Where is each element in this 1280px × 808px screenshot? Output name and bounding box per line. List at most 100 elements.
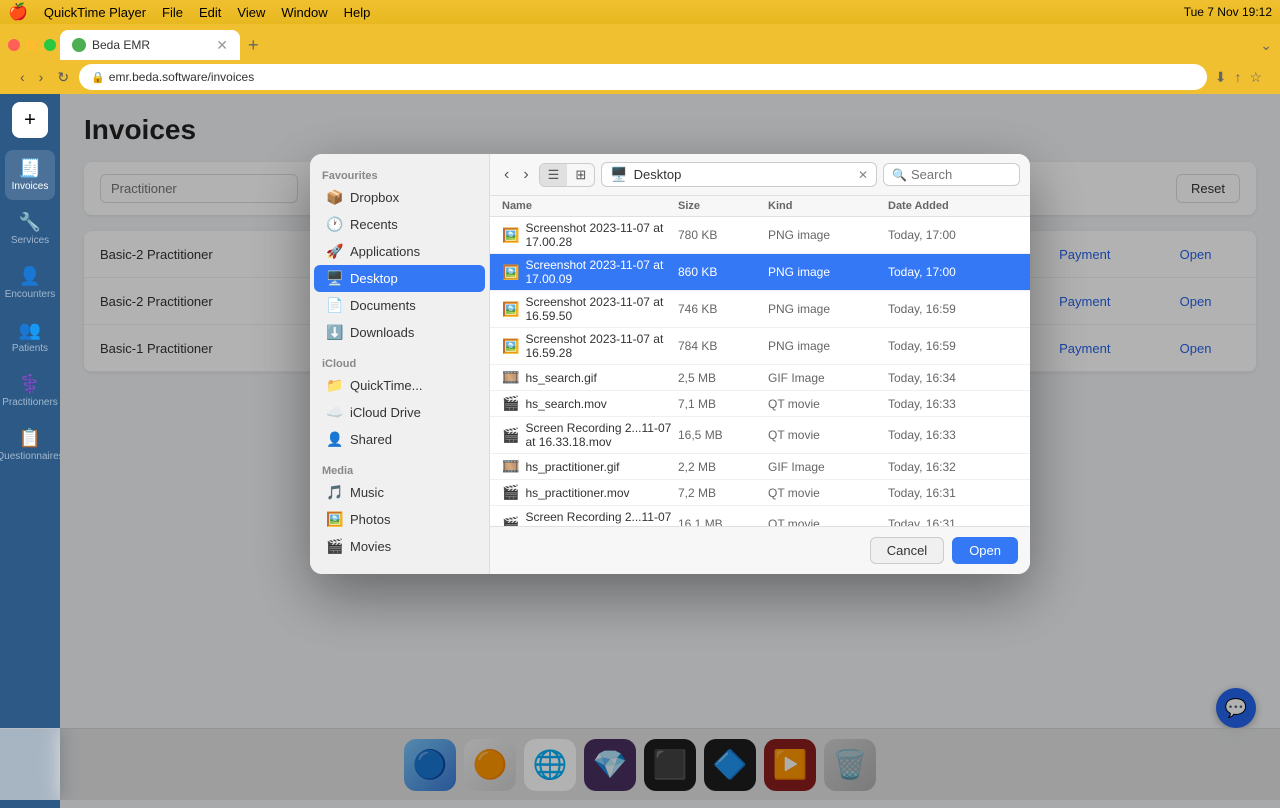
file-date: Today, 16:59 xyxy=(888,339,1018,353)
sidebar-item-patients[interactable]: 👥 Patients xyxy=(5,312,55,362)
sidebar-logo[interactable]: + xyxy=(12,102,48,138)
cancel-button[interactable]: Cancel xyxy=(870,537,944,564)
address-input[interactable]: 🔒 emr.beda.software/invoices xyxy=(79,64,1207,90)
file-list-item[interactable]: 🎬 hs_search.mov 7,1 MB QT movie Today, 1… xyxy=(490,391,1030,417)
sidebar-item-quicktime[interactable]: 📁 QuickTime... xyxy=(314,372,485,399)
sidebar-item-invoices[interactable]: 🧾 Invoices xyxy=(5,150,55,200)
icloud-drive-label: iCloud Drive xyxy=(350,405,421,420)
sidebar-item-movies[interactable]: 🎬 Movies xyxy=(314,533,485,560)
new-tab-button[interactable]: + xyxy=(244,31,263,60)
file-date: Today, 16:31 xyxy=(888,486,1018,500)
file-type-icon: 🎬 xyxy=(502,427,519,444)
file-kind: PNG image xyxy=(768,302,888,316)
share-button[interactable]: ↑ xyxy=(1232,67,1243,87)
dialog-main: ‹ › ☰ ⊞ 🖥️ Desktop ✕ 🔍 xyxy=(490,154,1030,574)
file-name-text: Screenshot 2023-11-07 at 17.00.28 xyxy=(525,221,678,249)
dialog-back-button[interactable]: ‹ xyxy=(500,164,513,186)
dialog-forward-button[interactable]: › xyxy=(519,164,532,186)
window-close-button[interactable] xyxy=(8,39,20,51)
browser-tab[interactable]: Beda EMR ✕ xyxy=(60,30,240,60)
dropbox-label: Dropbox xyxy=(350,190,399,205)
menu-view[interactable]: View xyxy=(237,5,265,20)
sidebar-item-practitioners[interactable]: ⚕️ Practitioners xyxy=(5,366,55,416)
menu-edit[interactable]: Edit xyxy=(199,5,221,20)
sidebar-item-applications[interactable]: 🚀 Applications xyxy=(314,238,485,265)
location-text: Desktop xyxy=(634,167,852,182)
file-type-icon: 🎞️ xyxy=(502,458,519,475)
media-heading: Media xyxy=(310,461,489,479)
tab-close-button[interactable]: ✕ xyxy=(216,38,228,52)
sidebar-item-documents[interactable]: 📄 Documents xyxy=(314,292,485,319)
browser-chrome: Beda EMR ✕ + ⌄ ‹ › ↻ 🔒 emr.beda.software… xyxy=(0,24,1280,94)
tab-list-button[interactable]: ⌄ xyxy=(1260,37,1272,54)
file-list-item[interactable]: 🎬 hs_practitioner.mov 7,2 MB QT movie To… xyxy=(490,480,1030,506)
file-list-item[interactable]: 🖼️ Screenshot 2023-11-07 at 16.59.28 784… xyxy=(490,328,1030,365)
file-kind: QT movie xyxy=(768,517,888,526)
file-size: 780 KB xyxy=(678,228,768,242)
grid-view-button[interactable]: ⊞ xyxy=(567,164,594,186)
movies-icon: 🎬 xyxy=(326,538,342,555)
forward-button[interactable]: › xyxy=(35,67,48,87)
menu-window[interactable]: Window xyxy=(281,5,327,20)
sidebar-label-patients: Patients xyxy=(12,343,48,354)
sidebar-item-services[interactable]: 🔧 Services xyxy=(5,204,55,254)
sidebar-item-questionnaires[interactable]: 📋 Questionnaires xyxy=(5,420,55,470)
downloads-icon: ⬇️ xyxy=(326,324,342,341)
download-button[interactable]: ⬇ xyxy=(1213,67,1229,88)
recents-icon: 🕐 xyxy=(326,216,342,233)
file-list-item[interactable]: 🖼️ Screenshot 2023-11-07 at 17.00.09 860… xyxy=(490,254,1030,291)
file-kind: PNG image xyxy=(768,265,888,279)
address-bar: ‹ › ↻ 🔒 emr.beda.software/invoices ⬇ ↑ ☆ xyxy=(8,60,1272,94)
menu-help[interactable]: Help xyxy=(344,5,371,20)
file-size: 784 KB xyxy=(678,339,768,353)
file-type-icon: 🎞️ xyxy=(502,369,519,386)
tab-favicon xyxy=(72,38,86,52)
icloud-section: iCloud 📁 QuickTime... ☁️ iCloud Drive 👤 … xyxy=(310,350,489,457)
address-actions: ⬇ ↑ ☆ xyxy=(1213,67,1264,88)
sidebar-item-icloud-drive[interactable]: ☁️ iCloud Drive xyxy=(314,399,485,426)
menu-file[interactable]: File xyxy=(162,5,183,20)
back-button[interactable]: ‹ xyxy=(16,67,29,87)
file-list-item[interactable]: 🖼️ Screenshot 2023-11-07 at 17.00.28 780… xyxy=(490,217,1030,254)
file-date: Today, 17:00 xyxy=(888,265,1018,279)
file-list-item[interactable]: 🎬 Screen Recording 2...11-07 at 16.33.18… xyxy=(490,417,1030,454)
sidebar-item-music[interactable]: 🎵 Music xyxy=(314,479,485,506)
sidebar-item-desktop[interactable]: 🖥️ Desktop xyxy=(314,265,485,292)
window-maximize-button[interactable] xyxy=(44,39,56,51)
file-date: Today, 17:00 xyxy=(888,228,1018,242)
window-minimize-button[interactable] xyxy=(26,39,38,51)
file-list-item[interactable]: 🎞️ hs_search.gif 2,5 MB GIF Image Today,… xyxy=(490,365,1030,391)
sidebar-item-recents[interactable]: 🕐 Recents xyxy=(314,211,485,238)
sidebar-label-practitioners: Practitioners xyxy=(2,397,58,408)
file-kind: GIF Image xyxy=(768,460,888,474)
sidebar-item-photos[interactable]: 🖼️ Photos xyxy=(314,506,485,533)
search-input[interactable] xyxy=(911,167,1011,182)
media-section: Media 🎵 Music 🖼️ Photos 🎬 Movies xyxy=(310,457,489,564)
patients-icon: 👥 xyxy=(19,320,41,341)
file-name-text: Screenshot 2023-11-07 at 17.00.09 xyxy=(525,258,678,286)
quicktime-label: QuickTime... xyxy=(350,378,422,393)
file-kind: QT movie xyxy=(768,397,888,411)
sidebar-item-shared[interactable]: 👤 Shared xyxy=(314,426,485,453)
open-button[interactable]: Open xyxy=(952,537,1018,564)
location-bar[interactable]: 🖥️ Desktop ✕ xyxy=(601,162,877,187)
file-date: Today, 16:59 xyxy=(888,302,1018,316)
file-date: Today, 16:33 xyxy=(888,428,1018,442)
app-sidebar: + 🧾 Invoices 🔧 Services 👤 Encounters 👥 P… xyxy=(0,94,60,808)
reload-button[interactable]: ↻ xyxy=(53,67,73,88)
app-name[interactable]: QuickTime Player xyxy=(44,5,146,20)
apple-menu[interactable]: 🍎 xyxy=(8,2,28,22)
file-type-icon: 🖼️ xyxy=(502,338,519,355)
quicktime-folder-icon: 📁 xyxy=(326,377,342,394)
content-area: Invoices Reset Basic-2 Practitioner Seco… xyxy=(60,94,1280,808)
bookmark-button[interactable]: ☆ xyxy=(1247,67,1264,88)
file-list-item[interactable]: 🎬 Screen Recording 2...11-07 at 16.31.14… xyxy=(490,506,1030,526)
file-list-item[interactable]: 🎞️ hs_practitioner.gif 2,2 MB GIF Image … xyxy=(490,454,1030,480)
sidebar-item-encounters[interactable]: 👤 Encounters xyxy=(5,258,55,308)
file-list-item[interactable]: 🖼️ Screenshot 2023-11-07 at 16.59.50 746… xyxy=(490,291,1030,328)
location-clear-button[interactable]: ✕ xyxy=(858,168,868,182)
file-type-icon: 🖼️ xyxy=(502,227,519,244)
sidebar-item-downloads[interactable]: ⬇️ Downloads xyxy=(314,319,485,346)
list-view-button[interactable]: ☰ xyxy=(540,164,568,186)
sidebar-item-dropbox[interactable]: 📦 Dropbox xyxy=(314,184,485,211)
